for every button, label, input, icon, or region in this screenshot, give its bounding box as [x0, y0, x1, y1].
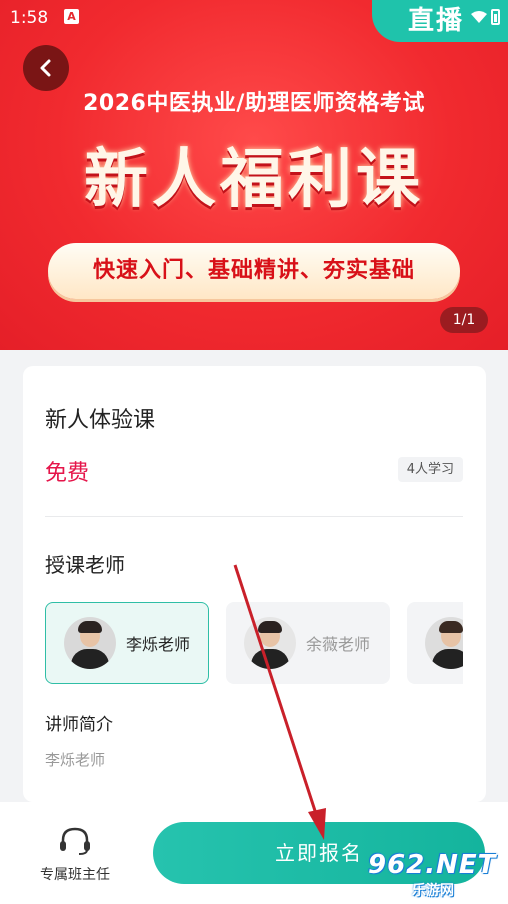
divider — [45, 516, 463, 517]
intro-title: 讲师简介 — [45, 715, 113, 735]
course-card: 新人体验课 免费 4人学习 授课老师 李烁老师 余薇老师 讲师简介 李烁老师 — [23, 366, 486, 802]
page-indicator: 1/1 — [440, 307, 488, 333]
status-time: 1:58 — [10, 8, 49, 28]
course-price: 免费 — [45, 461, 90, 486]
live-label: 直播 — [408, 6, 465, 36]
avatar — [425, 617, 463, 669]
intro-text: 李烁老师 — [45, 751, 106, 769]
teacher-card-yu-wei[interactable]: 余薇老师 — [226, 602, 390, 684]
banner-tag: 快速入门、基础精讲、夯实基础 — [48, 243, 460, 299]
status-icons — [471, 9, 500, 25]
banner-title: 新人福利课 — [84, 143, 424, 217]
wifi-icon — [471, 10, 487, 23]
avatar — [244, 617, 296, 669]
headset-icon — [60, 827, 90, 855]
teacher-name: 李烁老师 — [126, 635, 191, 654]
teacher-card-third[interactable] — [407, 602, 463, 684]
watermark-logo: 962.NET 乐游网 — [368, 850, 502, 900]
learner-count-badge: 4人学习 — [397, 457, 463, 482]
teachers-section-title: 授课老师 — [45, 553, 125, 577]
teacher-name: 余薇老师 — [306, 635, 371, 654]
service-label: 专属班主任 — [40, 867, 110, 883]
course-banner: 1:58 A 直播 2026中医执业/助理医师资格考试 新人福利课 快速入门、基… — [0, 0, 508, 350]
teacher-list[interactable]: 李烁老师 余薇老师 — [45, 602, 463, 684]
teacher-card-li-shuo[interactable]: 李烁老师 — [45, 602, 209, 684]
notification-a-icon: A — [64, 9, 79, 24]
watermark-main: 962.NET — [368, 850, 497, 880]
banner-subtitle: 2026中医执业/助理医师资格考试 — [83, 91, 425, 116]
battery-icon — [491, 9, 500, 25]
watermark-sub: 乐游网 — [412, 883, 454, 899]
class-teacher-button[interactable]: 专属班主任 — [30, 826, 120, 884]
back-arrow-icon — [40, 59, 51, 77]
avatar — [64, 617, 116, 669]
course-title: 新人体验课 — [45, 408, 156, 433]
